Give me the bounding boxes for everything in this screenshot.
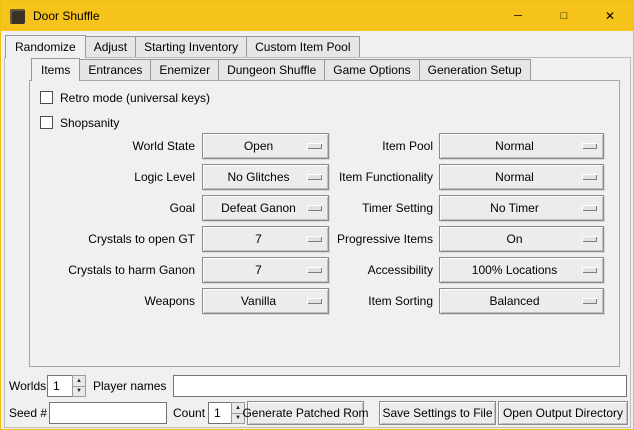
crystals-ganon-dropdown[interactable]: 7 [202, 257, 329, 283]
spin-up-icon[interactable]: ▲ [72, 375, 86, 386]
tab-generation-setup[interactable]: Generation Setup [419, 59, 531, 80]
goal-dropdown[interactable]: Defeat Ganon [202, 195, 329, 221]
item-functionality-dropdown[interactable]: Normal [439, 164, 604, 190]
setting-row: Crystals to harm Ganon 7 Accessibility 1… [30, 254, 619, 285]
window-title: Door Shuffle [33, 9, 100, 23]
world-state-dropdown[interactable]: Open [202, 133, 329, 159]
logic-level-dropdown[interactable]: No Glitches [202, 164, 329, 190]
app-window: Door Shuffle ─ □ ✕ Randomize Adjust Star… [0, 0, 634, 430]
world-state-label: World State [30, 139, 195, 153]
item-functionality-label: Item Functionality [329, 170, 433, 184]
crystals-gt-label: Crystals to open GT [30, 232, 195, 246]
tab-randomize[interactable]: Randomize [5, 35, 86, 58]
tab-game-options[interactable]: Game Options [324, 59, 419, 80]
worlds-label: Worlds [9, 375, 46, 397]
dropdown-indicator-icon [582, 205, 597, 211]
dropdown-indicator-icon [582, 236, 597, 242]
shopsanity-label: Shopsanity [60, 116, 119, 130]
checkbox-icon[interactable] [40, 91, 53, 104]
dropdown-indicator-icon [307, 143, 322, 149]
dropdown-indicator-icon [582, 143, 597, 149]
outer-tab-bar: Randomize Adjust Starting Inventory Cust… [5, 35, 359, 58]
timer-setting-dropdown[interactable]: No Timer [439, 195, 604, 221]
item-sorting-dropdown[interactable]: Balanced [439, 288, 604, 314]
progressive-items-label: Progressive Items [329, 232, 433, 246]
dropdown-indicator-icon [307, 298, 322, 304]
crystals-gt-dropdown[interactable]: 7 [202, 226, 329, 252]
tab-entrances[interactable]: Entrances [79, 59, 151, 80]
setting-row: Crystals to open GT 7 Progressive Items … [30, 223, 619, 254]
seed-label: Seed # [9, 402, 47, 424]
accessibility-label: Accessibility [329, 263, 433, 277]
title-bar[interactable]: Door Shuffle ─ □ ✕ [1, 1, 633, 31]
weapons-dropdown[interactable]: Vanilla [202, 288, 329, 314]
checkbox-icon[interactable] [40, 116, 53, 129]
accessibility-dropdown[interactable]: 100% Locations [439, 257, 604, 283]
timer-setting-label: Timer Setting [329, 201, 433, 215]
setting-row: Goal Defeat Ganon Timer Setting No Timer [30, 192, 619, 223]
generate-patched-rom-button[interactable]: Generate Patched Rom [247, 401, 364, 425]
item-sorting-label: Item Sorting [329, 294, 433, 308]
goal-label: Goal [30, 201, 195, 215]
setting-row: Logic Level No Glitches Item Functionali… [30, 161, 619, 192]
spin-down-icon[interactable]: ▼ [72, 386, 86, 398]
dropdown-indicator-icon [307, 267, 322, 273]
tab-custom-item-pool[interactable]: Custom Item Pool [246, 36, 359, 57]
app-icon [10, 9, 25, 24]
item-pool-label: Item Pool [329, 139, 433, 153]
dropdown-indicator-icon [582, 298, 597, 304]
logic-level-label: Logic Level [30, 170, 195, 184]
tab-enemizer[interactable]: Enemizer [150, 59, 219, 80]
tab-adjust[interactable]: Adjust [85, 36, 136, 57]
player-names-label: Player names [93, 375, 166, 397]
settings-grid: World State Open Item Pool Normal Logic … [30, 130, 619, 316]
count-spinner[interactable]: 1 ▲ ▼ [208, 402, 245, 424]
inner-tab-bar: Items Entrances Enemizer Dungeon Shuffle… [31, 58, 530, 81]
setting-row: Weapons Vanilla Item Sorting Balanced [30, 285, 619, 316]
item-pool-dropdown[interactable]: Normal [439, 133, 604, 159]
seed-input[interactable] [49, 402, 167, 424]
worlds-spinner[interactable]: 1 ▲ ▼ [47, 375, 86, 397]
minimize-button[interactable]: ─ [495, 1, 541, 31]
player-names-input[interactable] [173, 375, 627, 397]
save-settings-button[interactable]: Save Settings to File [379, 401, 496, 425]
open-output-directory-button[interactable]: Open Output Directory [498, 401, 628, 425]
maximize-button[interactable]: □ [541, 1, 587, 31]
dropdown-indicator-icon [582, 267, 597, 273]
progressive-items-dropdown[interactable]: On [439, 226, 604, 252]
dropdown-indicator-icon [582, 174, 597, 180]
count-label: Count [173, 402, 205, 424]
tab-dungeon-shuffle[interactable]: Dungeon Shuffle [218, 59, 325, 80]
tab-items[interactable]: Items [31, 58, 80, 81]
close-button[interactable]: ✕ [587, 1, 633, 31]
items-pane: Retro mode (universal keys) Shopsanity W… [29, 80, 620, 367]
retro-mode-checkbox[interactable]: Retro mode (universal keys) [40, 89, 210, 106]
setting-row: World State Open Item Pool Normal [30, 130, 619, 161]
crystals-ganon-label: Crystals to harm Ganon [30, 263, 195, 277]
weapons-label: Weapons [30, 294, 195, 308]
tab-starting-inventory[interactable]: Starting Inventory [135, 36, 247, 57]
dropdown-indicator-icon [307, 205, 322, 211]
dropdown-indicator-icon [307, 236, 322, 242]
retro-mode-label: Retro mode (universal keys) [60, 91, 210, 105]
dropdown-indicator-icon [307, 174, 322, 180]
shopsanity-checkbox[interactable]: Shopsanity [40, 114, 119, 131]
